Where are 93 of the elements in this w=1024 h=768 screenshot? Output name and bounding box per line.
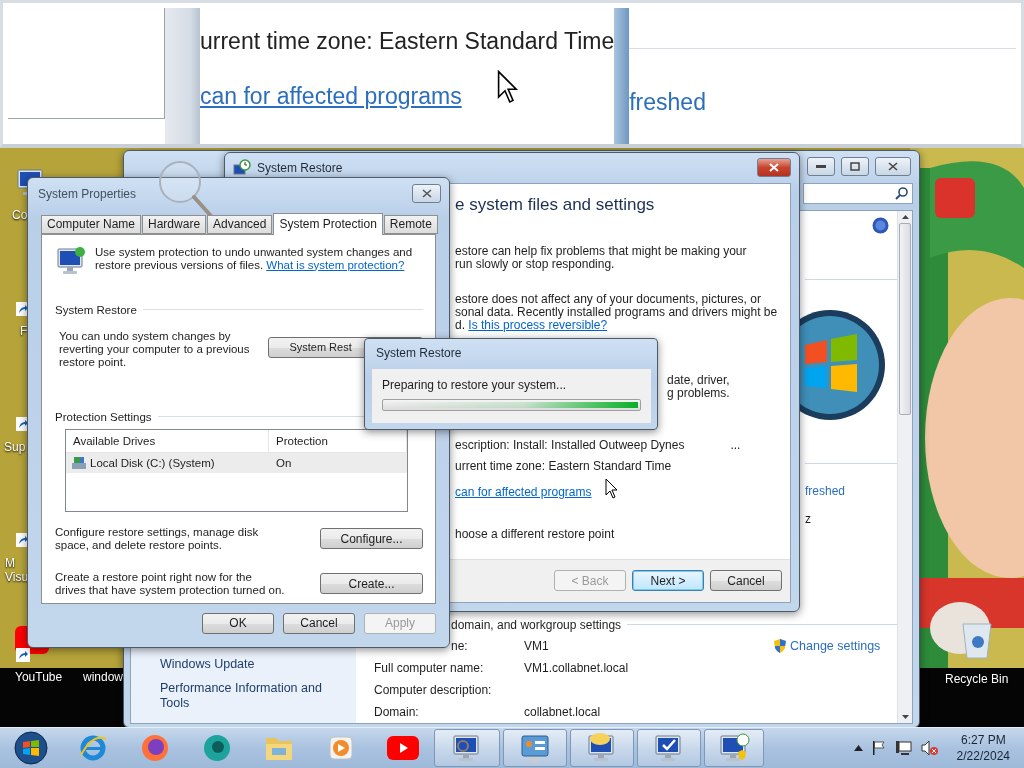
description-text: Use system protection to undo unwanted system changes and restore previous versions of files. What is system protection?	[95, 245, 414, 272]
field-value: collabnet.local	[524, 704, 602, 719]
taskbar-button[interactable]	[570, 729, 634, 767]
configure-button[interactable]: Configure...	[320, 528, 423, 550]
dialog-button[interactable]: Cancel	[283, 612, 355, 634]
desktop-icon-label[interactable]: window	[83, 669, 124, 684]
scan-link[interactable]: can for affected programs	[455, 484, 592, 499]
close-icon	[888, 162, 898, 172]
window-title: System Restore	[257, 160, 343, 175]
control-panel-icon	[519, 732, 551, 764]
tab[interactable]: Computer Name	[41, 214, 142, 234]
show-hidden-icons[interactable]	[853, 745, 863, 751]
column-header[interactable]: Available Drives	[66, 429, 269, 452]
paragraph: date, driver, g problems.	[667, 373, 731, 400]
dialog-button[interactable]: OK	[202, 612, 274, 634]
fox-browser-icon	[140, 733, 170, 763]
field-value: VM1	[524, 638, 550, 653]
minimize-button[interactable]	[807, 157, 835, 177]
scroll-up-icon	[901, 214, 909, 219]
ellipsis-text: ...	[730, 437, 741, 452]
text: z	[805, 511, 811, 526]
close-icon	[421, 189, 432, 199]
wizard-button[interactable]: Next >	[632, 570, 704, 592]
paragraph: estore does not affect any of your documents, pictures, or sonal data. Recently installed programs and drivers might be d. Is this process reversible?	[455, 292, 779, 332]
magnified-link[interactable]: can for affected programs	[200, 83, 462, 110]
configure-description: Configure restore settings, manage disk space, and delete restore points.	[55, 525, 260, 552]
drive-row[interactable]: Local Disk (C:) (System) On	[66, 452, 407, 473]
taskbar-button[interactable]	[637, 729, 701, 767]
tab[interactable]: Remote	[383, 214, 438, 234]
cursor-icon	[497, 70, 520, 106]
taskbar-button[interactable]	[503, 729, 567, 767]
close-button[interactable]	[412, 184, 441, 204]
link[interactable]: freshed	[805, 483, 846, 498]
nav-link[interactable]: Windows Update	[160, 656, 335, 672]
maximize-icon	[850, 162, 860, 172]
system-protection-icon[interactable]	[55, 244, 87, 277]
change-settings-link[interactable]: Change settings	[773, 637, 881, 654]
browser-icon	[78, 733, 108, 763]
shield-icon	[773, 637, 787, 654]
maximize-button[interactable]	[841, 157, 869, 177]
search-field[interactable]	[803, 182, 913, 204]
network-icon[interactable]	[894, 740, 913, 756]
window-title: System Properties	[37, 186, 137, 201]
section-heading: domain, and workgroup settings	[451, 617, 622, 632]
start-orb-icon	[14, 731, 48, 765]
field-label: Full computer name:	[374, 660, 485, 675]
scroll-thumb[interactable]	[899, 222, 911, 415]
progress-message: Preparing to restore your system...	[382, 377, 568, 392]
taskbar-button[interactable]	[434, 729, 500, 767]
close-button[interactable]	[757, 158, 791, 178]
choose-option: hoose a different restore point	[455, 526, 615, 541]
tab[interactable]: System Protection	[273, 212, 383, 235]
drive-name: Local Disk (C:) (System)	[66, 454, 269, 471]
flag-icon[interactable]	[870, 740, 887, 756]
create-description: Create a restore point right now for the drives that have system protection turned on.	[55, 570, 285, 597]
minimize-icon	[816, 164, 826, 169]
wizard-button[interactable]: Cancel	[710, 570, 782, 592]
desktop-icon-label[interactable]: YouTube	[15, 669, 63, 684]
protection-status: On	[275, 456, 293, 469]
wizard-heading: e system files and settings	[455, 194, 656, 215]
scrollbar[interactable]	[897, 210, 912, 723]
cursor-icon	[605, 477, 619, 500]
tab[interactable]: Advanced	[207, 214, 273, 234]
close-icon	[769, 163, 779, 173]
scroll-down-icon	[901, 714, 909, 719]
close-button[interactable]	[875, 157, 911, 177]
field-label: ne:	[450, 638, 469, 653]
help-link[interactable]: What is system protection?	[266, 258, 405, 271]
search-icon	[895, 186, 908, 200]
time-zone-text: urrent time zone: Eastern Standard Time	[455, 458, 672, 473]
desktop-icon-label[interactable]: Recycle Bin	[945, 671, 1009, 686]
volume-muted-icon[interactable]	[920, 740, 939, 756]
group-label: System Restore	[55, 303, 137, 316]
youtube-icon	[387, 736, 419, 760]
paragraph: estore can help fix problems that might be making your run slowly or stop responding.	[455, 244, 748, 271]
magnified-text: urrent time zone: Eastern Standard Time	[200, 28, 615, 55]
taskbar-button[interactable]	[704, 729, 764, 767]
magnified-link[interactable]: freshed	[629, 89, 1016, 116]
restore-description: You can undo system changes by reverting your computer to a previous restore point.	[59, 329, 251, 369]
tab[interactable]: Hardware	[142, 214, 207, 234]
media-player-icon	[327, 734, 355, 762]
field-label: Domain:	[374, 704, 420, 719]
field-value: VM1.collabnet.local	[524, 660, 630, 675]
nav-link[interactable]: Performance Information and Tools	[160, 680, 335, 711]
restore-description: escription: Install: Installed Outweep Dynes	[455, 437, 685, 452]
drive-icon	[71, 454, 87, 471]
restore-app-icon[interactable]	[718, 732, 750, 764]
field-label: Computer description:	[374, 682, 493, 697]
help-icon[interactable]	[872, 216, 889, 234]
clock[interactable]: 6:27 PM 2/22/2024	[956, 732, 1010, 764]
group-label: Protection Settings	[55, 410, 152, 423]
create-button[interactable]: Create...	[320, 573, 423, 595]
restore-icon	[233, 158, 251, 177]
